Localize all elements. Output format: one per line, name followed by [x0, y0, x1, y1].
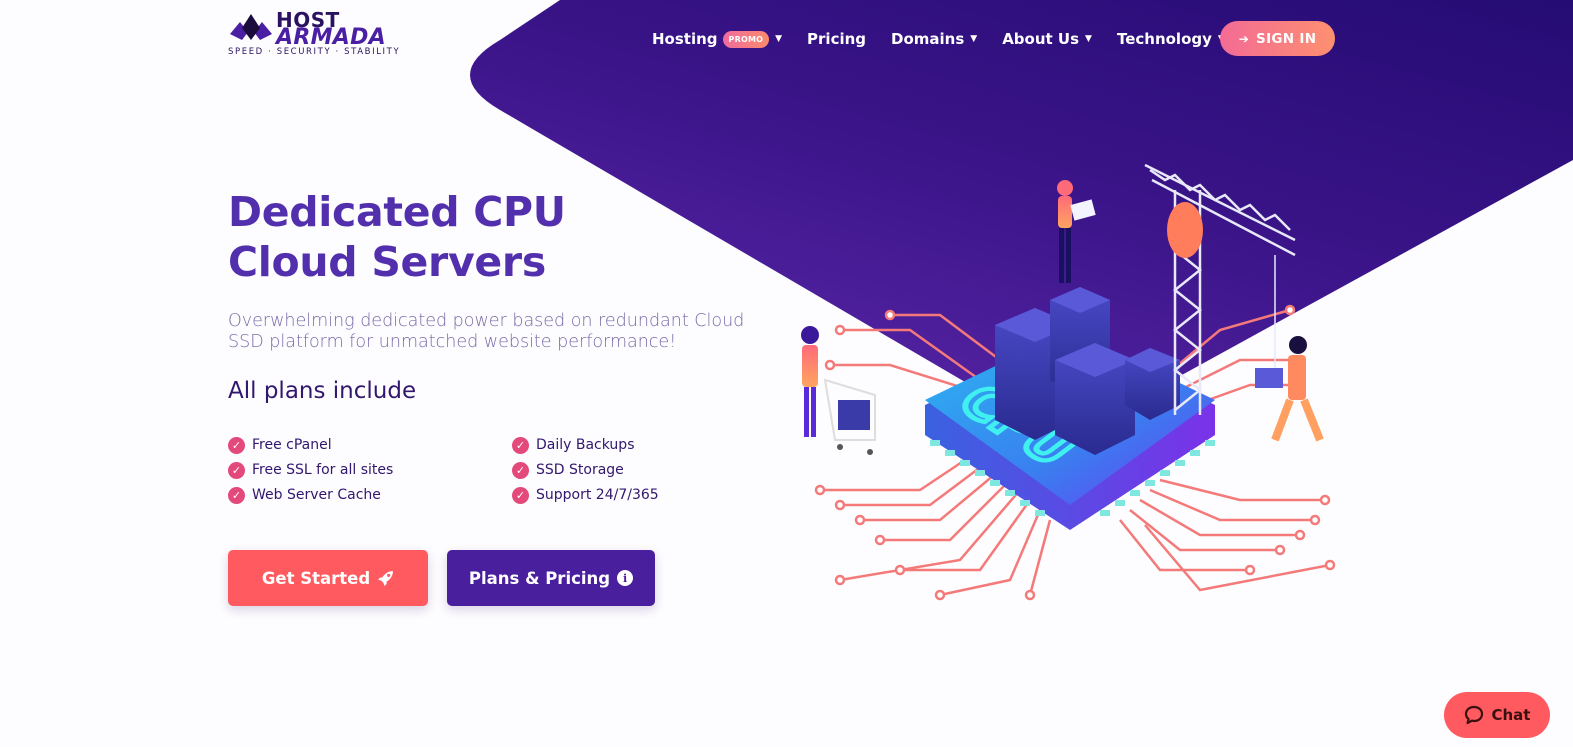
cpu-servers-illustration: CPU [801, 163, 1336, 601]
check-circle-icon: ✓ [512, 436, 529, 454]
sign-in-label: SIGN IN [1256, 30, 1317, 47]
check-circle-icon: ✓ [512, 461, 529, 479]
promo-badge: PROMO [722, 30, 770, 48]
person-with-cart [801, 326, 876, 455]
chat-button[interactable]: Chat [1444, 692, 1550, 738]
nav-label: Domains [891, 30, 965, 48]
feature-label: Free SSL for all sites [252, 462, 394, 478]
check-circle-icon: ✓ [228, 436, 245, 454]
nav-item-about-us[interactable]: About Us ▼ [1002, 30, 1092, 48]
get-started-button[interactable]: Get Started [228, 550, 428, 606]
title-line-1: Dedicated CPU [228, 188, 566, 236]
subtitle-line-1: Overwhelming dedicated power based on re… [228, 311, 745, 331]
feature-label: Support 24/7/365 [536, 487, 659, 503]
nav-label: Pricing [807, 30, 867, 48]
feature-label: SSD Storage [536, 462, 624, 478]
nav-item-pricing[interactable]: Pricing [807, 30, 866, 48]
sign-in-icon: ➔ [1238, 31, 1250, 46]
plans-pricing-button[interactable]: Plans & Pricing i [447, 550, 655, 606]
logo-mark-icon [230, 14, 272, 40]
nav-item-domains[interactable]: Domains ▼ [891, 30, 977, 48]
logo[interactable]: HOST ARMADA SPEED · SECURITY · STABILITY [228, 10, 401, 60]
feature-label: Free cPanel [252, 437, 332, 453]
nav-item-technology[interactable]: Technology ▼ [1117, 30, 1225, 48]
nav-label: Hosting [652, 30, 718, 48]
main-nav: Hosting PROMO ▼ Pricing Domains ▼ About … [652, 21, 1250, 57]
plans-pricing-label: Plans & Pricing [468, 568, 611, 588]
nav-item-hosting[interactable]: Hosting PROMO ▼ [652, 30, 782, 48]
nav-label: About Us [1002, 30, 1080, 48]
feature-item: ✓ Free SSL for all sites [228, 461, 512, 479]
logo-armada-text: ARMADA [276, 25, 386, 50]
caret-down-icon: ▼ [970, 34, 978, 44]
info-icon: i [617, 570, 634, 586]
feature-label: Web Server Cache [252, 487, 381, 503]
subtitle-line-2: SSD platform for unmatched website perfo… [228, 332, 677, 352]
page-title: Dedicated CPU Cloud Servers [228, 187, 788, 287]
caret-down-icon: ▼ [1085, 34, 1092, 44]
person-standing [1057, 180, 1096, 283]
feature-item: ✓ Support 24/7/365 [512, 486, 692, 504]
plans-heading: All plans include [228, 378, 417, 404]
hero-subtitle: Overwhelming dedicated power based on re… [228, 311, 788, 353]
feature-item: ✓ Free cPanel [228, 436, 512, 454]
chat-label: Chat [1491, 706, 1531, 724]
features-list: ✓ Free cPanel ✓ Daily Backups ✓ Free SSL fo… [228, 436, 688, 504]
chat-bubble-icon [1464, 705, 1483, 725]
feature-item: ✓ Daily Backups [512, 436, 692, 454]
check-circle-icon: ✓ [512, 486, 529, 504]
feature-item: ✓ SSD Storage [512, 461, 692, 479]
title-line-2: Cloud Servers [228, 238, 546, 286]
check-circle-icon: ✓ [228, 461, 245, 479]
sign-in-button[interactable]: ➔ SIGN IN [1220, 21, 1335, 56]
caret-down-icon: ▼ [775, 34, 783, 44]
crane-cabin [1167, 202, 1203, 258]
logo-tagline: SPEED · SECURITY · STABILITY [228, 47, 401, 57]
get-started-label: Get Started [261, 568, 371, 588]
rocket-icon [378, 570, 394, 586]
check-circle-icon: ✓ [228, 486, 245, 504]
nav-label: Technology [1116, 30, 1212, 48]
feature-label: Daily Backups [536, 437, 635, 453]
person-carrying-box [1255, 336, 1324, 442]
feature-item: ✓ Web Server Cache [228, 486, 512, 504]
